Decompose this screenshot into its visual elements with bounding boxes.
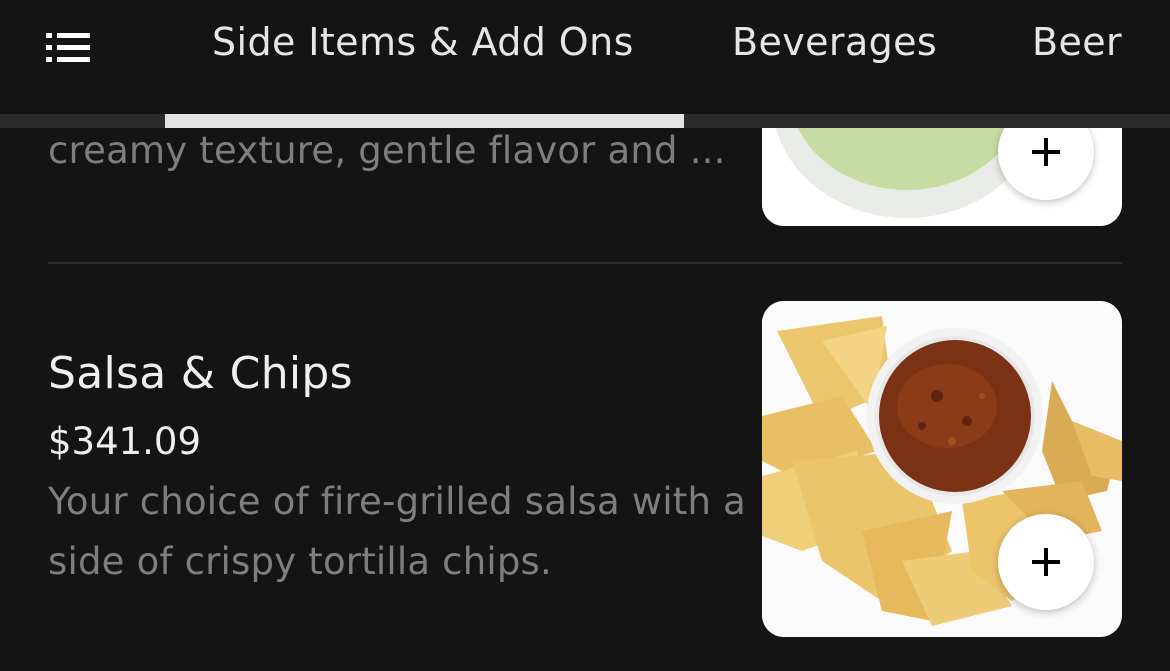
item-description-partial: creamy texture, gentle flavor and ... (48, 129, 726, 172)
tab-beverages[interactable]: Beverages (732, 20, 937, 64)
list-menu-icon[interactable] (46, 30, 94, 70)
plus-icon (1032, 138, 1060, 166)
item-price: $341.09 (48, 420, 202, 463)
plus-icon (1032, 548, 1060, 576)
menu-page: creamy texture, gentle flavor and ... Sa… (0, 0, 1170, 671)
item-description: Your choice of fire-grilled salsa with a… (48, 480, 746, 583)
tab-active-indicator (165, 114, 684, 128)
tab-beer[interactable]: Beer (1032, 20, 1122, 64)
tab-side-items-add-ons[interactable]: Side Items & Add Ons (212, 20, 634, 64)
item-divider (48, 262, 1122, 264)
add-item-button[interactable] (998, 514, 1094, 610)
category-header: Side Items & Add Ons Beverages Beer (0, 0, 1170, 114)
item-title[interactable]: Salsa & Chips (48, 348, 353, 399)
